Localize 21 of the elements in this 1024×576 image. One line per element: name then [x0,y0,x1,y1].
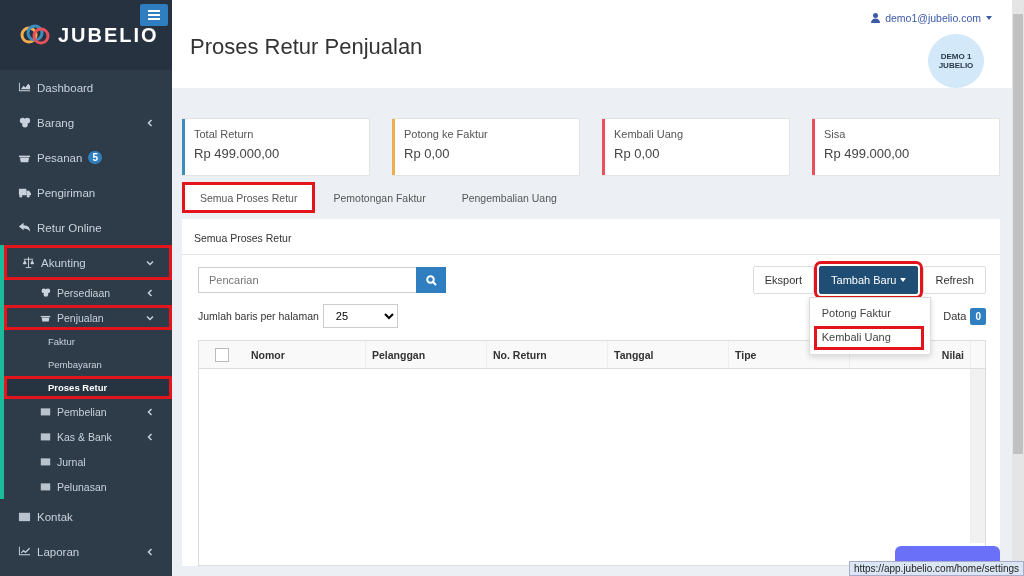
summary-label: Total Return [194,128,255,140]
summary-value: Rp 0,00 [404,146,451,161]
summary-label: Sisa [824,128,847,140]
count-badge: 5 [88,151,102,164]
link-tooltip: https://app.jubelio.com/home/settings [848,561,1024,576]
column-header: Nomor [245,341,366,368]
summary-value: Rp 0,00 [614,146,661,161]
summary-label: Potong ke Faktur [404,128,488,140]
summary-value: Rp 499.000,00 [194,146,280,161]
summary-label: Kembali Uang [614,128,684,140]
column-header: Tanggal [608,341,729,368]
data-label: Data [943,310,967,322]
summary-value: Rp 499.000,00 [824,146,910,161]
brand-name: JUBELIO [58,23,159,47]
rows-per-page-label: Jumlah baris per halaman [198,310,319,322]
user-avatar: DEMO 1 JUBELIO [928,34,984,88]
page-title: Proses Retur Penjualan [190,34,423,61]
count-badge: 0 [970,307,986,325]
column-header: No. Return [487,341,608,368]
column-header: Pelanggan [366,341,487,368]
panel-title: Semua Proses Retur [182,219,1000,255]
